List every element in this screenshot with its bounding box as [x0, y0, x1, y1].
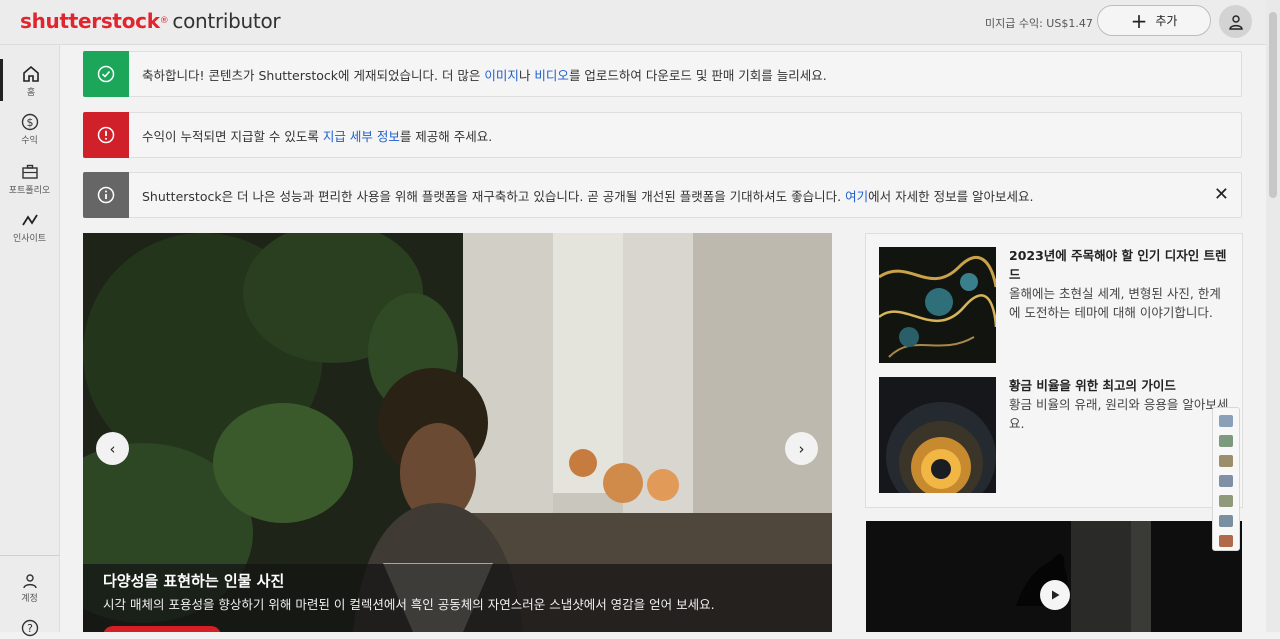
floating-collaborators-panel[interactable]	[1212, 407, 1240, 551]
alert-icon	[97, 126, 115, 144]
avatar[interactable]	[1219, 455, 1233, 467]
info-icon	[97, 186, 115, 204]
sidebar-divider	[0, 555, 59, 556]
person-icon	[22, 574, 37, 589]
check-circle-icon	[97, 65, 115, 83]
carousel-prev-button[interactable]: ‹	[96, 432, 129, 465]
info-notice: Shutterstock은 더 나은 성능과 편리한 사용을 위해 플랫폼을 재…	[83, 172, 1242, 218]
sidebar-item-label: 인사이트	[12, 234, 47, 244]
close-icon[interactable]: ✕	[1214, 186, 1229, 204]
logo-registered-mark: ®	[159, 16, 169, 26]
svg-text:$: $	[26, 116, 33, 129]
design-trends-image	[879, 247, 996, 363]
add-button-label: 추가	[1155, 14, 1178, 28]
error-notice: 수익이 누적되면 지급할 수 있도록 지급 세부 정보를 제공해 주세요.	[83, 112, 1242, 158]
avatar[interactable]	[1219, 415, 1233, 427]
hero-title: 다양성을 표현하는 인물 사진	[103, 572, 285, 590]
article-thumbnail[interactable]	[879, 377, 996, 493]
svg-text:?: ?	[27, 622, 33, 635]
play-button[interactable]	[1040, 580, 1070, 610]
notice-text: 에서 자세한 정보를 알아보세요.	[868, 188, 1034, 204]
play-icon	[1052, 590, 1060, 600]
sidebar-item-label: 수익	[21, 136, 38, 146]
article-title[interactable]: 2023년에 주목해야 할 인기 디자인 트렌드	[1009, 246, 1229, 284]
carousel-next-button[interactable]: ›	[785, 432, 818, 465]
avatar[interactable]	[1219, 475, 1233, 487]
notice-text: Shutterstock은 더 나은 성능과 편리한 사용을 위해 플랫폼을 재…	[142, 188, 846, 204]
hero-carousel[interactable]: ‹ › 다양성을 표현하는 인물 사진 시각 매체의 포용성을 향상하기 위해 …	[83, 233, 832, 632]
notice-text: 축하합니다! 콘텐츠가 Shutterstock에 게재되었습니다. 더 많은	[142, 67, 485, 83]
sidebar-item-label: 홈	[26, 88, 36, 98]
plus-icon: +	[1130, 8, 1148, 33]
notice-text: 를 업로드하여 다운로드 및 판매 기회를 늘리세요.	[568, 67, 827, 83]
insights-icon	[21, 214, 38, 226]
videos-link[interactable]: 비디오	[534, 68, 569, 83]
briefcase-icon	[21, 164, 38, 179]
article-title[interactable]: 황금 비율을 위한 최고의 가이드	[1009, 376, 1229, 395]
dollar-icon: $	[21, 113, 38, 131]
avatar[interactable]	[1219, 435, 1233, 447]
hero-cta-button[interactable]	[103, 626, 221, 632]
sidebar-item-earnings[interactable]: $ 수익	[0, 113, 59, 146]
success-notice-text: 축하합니다! 콘텐츠가 Shutterstock에 게재되었습니다. 더 많은 …	[142, 65, 827, 84]
sidebar-item-label: 계정	[21, 594, 38, 604]
articles-card: 2023년에 주목해야 할 인기 디자인 트렌드 올해에는 초현실 세계, 변형…	[865, 233, 1243, 508]
images-link[interactable]: 이미지	[484, 68, 519, 83]
sidebar-item-help[interactable]: ?	[0, 619, 59, 639]
notice-text: 수익이 누적되면 지급할 수 있도록	[142, 128, 323, 144]
person-icon	[1228, 14, 1243, 30]
success-notice: 축하합니다! 콘텐츠가 Shutterstock에 게재되었습니다. 더 많은 …	[83, 51, 1242, 97]
article-thumbnail[interactable]	[879, 247, 996, 363]
notice-text: 나	[518, 67, 535, 83]
help-icon: ?	[21, 619, 38, 637]
notice-text: 를 제공해 주세요.	[399, 128, 493, 144]
hero-caption: 다양성을 표현하는 인물 사진 시각 매체의 포용성을 향상하기 위해 마련된 …	[83, 564, 832, 632]
home-icon	[23, 65, 39, 82]
article-description: 올해에는 초현실 세계, 변형된 사진, 한계에 도전하는 테마에 대해 이야기…	[1009, 286, 1221, 320]
scrollbar-thumb[interactable]	[1269, 12, 1277, 198]
success-strip	[83, 51, 129, 97]
error-notice-text: 수익이 누적되면 지급할 수 있도록 지급 세부 정보를 제공해 주세요.	[142, 126, 492, 145]
learn-more-link[interactable]: 여기	[845, 189, 868, 204]
info-notice-text: Shutterstock은 더 나은 성능과 편리한 사용을 위해 플랫폼을 재…	[142, 186, 1034, 205]
add-button[interactable]: + 추가	[1097, 5, 1211, 36]
video-thumbnail	[866, 521, 1242, 632]
info-strip	[83, 172, 129, 218]
logo-sub: contributor	[172, 9, 281, 33]
hero-description: 시각 매체의 포용성을 향상하기 위해 마련된 이 컬렉션에서 흑인 공동체의 …	[103, 597, 715, 612]
account-avatar-button[interactable]	[1219, 5, 1252, 38]
error-strip	[83, 112, 129, 158]
shutterstock-contributor-logo[interactable]: shutterstock® contributor	[20, 9, 281, 33]
sidebar-item-account[interactable]: 계정	[0, 573, 59, 604]
sidebar-item-label: 포트폴리오	[8, 186, 51, 196]
unpaid-earnings: 미지급 수익: US$1.47	[985, 17, 1093, 30]
sidebar-item-portfolio[interactable]: 포트폴리오	[0, 163, 59, 196]
avatar[interactable]	[1219, 535, 1233, 547]
sidebar-item-home[interactable]: 홈	[0, 59, 59, 101]
golden-ratio-image	[879, 377, 996, 493]
payout-details-link[interactable]: 지급 세부 정보	[323, 129, 400, 144]
logo-brand: shutterstock	[20, 9, 160, 33]
sidebar-item-insights[interactable]: 인사이트	[0, 211, 59, 244]
video-card[interactable]	[866, 521, 1242, 632]
avatar[interactable]	[1219, 495, 1233, 507]
top-bar: shutterstock® contributor 미지급 수익: US$1.47…	[0, 0, 1266, 45]
page-scrollbar[interactable]	[1266, 0, 1280, 632]
sidebar: 홈 $ 수익 포트폴리오 인사이트 계정 ?	[0, 45, 60, 637]
article-description: 황금 비율의 유래, 원리와 응용을 알아보세요.	[1009, 397, 1229, 431]
avatar[interactable]	[1219, 515, 1233, 527]
